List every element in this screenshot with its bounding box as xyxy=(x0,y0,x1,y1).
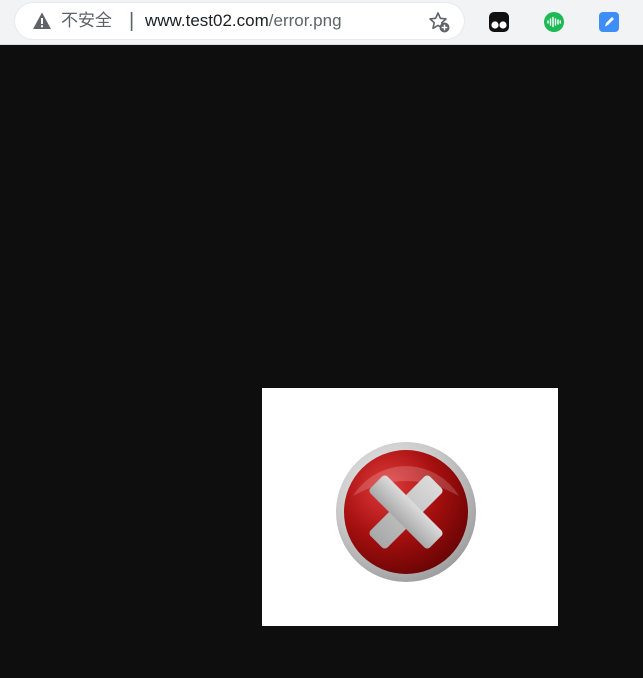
url-host: www.test02.com xyxy=(145,11,269,30)
url-text[interactable]: www.test02.com/error.png xyxy=(145,11,342,31)
address-bar[interactable]: 不安全 | www.test02.com/error.png xyxy=(15,3,464,39)
tampermonkey-icon[interactable] xyxy=(488,11,510,33)
star-add-icon[interactable] xyxy=(427,10,451,34)
warning-triangle-icon[interactable] xyxy=(32,11,52,31)
browser-toolbar: 不安全 | www.test02.com/error.png xyxy=(0,0,643,45)
security-status-label[interactable]: 不安全 xyxy=(61,11,112,31)
error-x-icon xyxy=(336,442,476,582)
url-path: /error.png xyxy=(268,11,342,30)
omnibox-divider: | xyxy=(129,10,135,32)
pencil-edit-icon[interactable] xyxy=(598,11,620,33)
error-image xyxy=(262,388,558,626)
audio-wave-icon[interactable] xyxy=(543,11,565,33)
